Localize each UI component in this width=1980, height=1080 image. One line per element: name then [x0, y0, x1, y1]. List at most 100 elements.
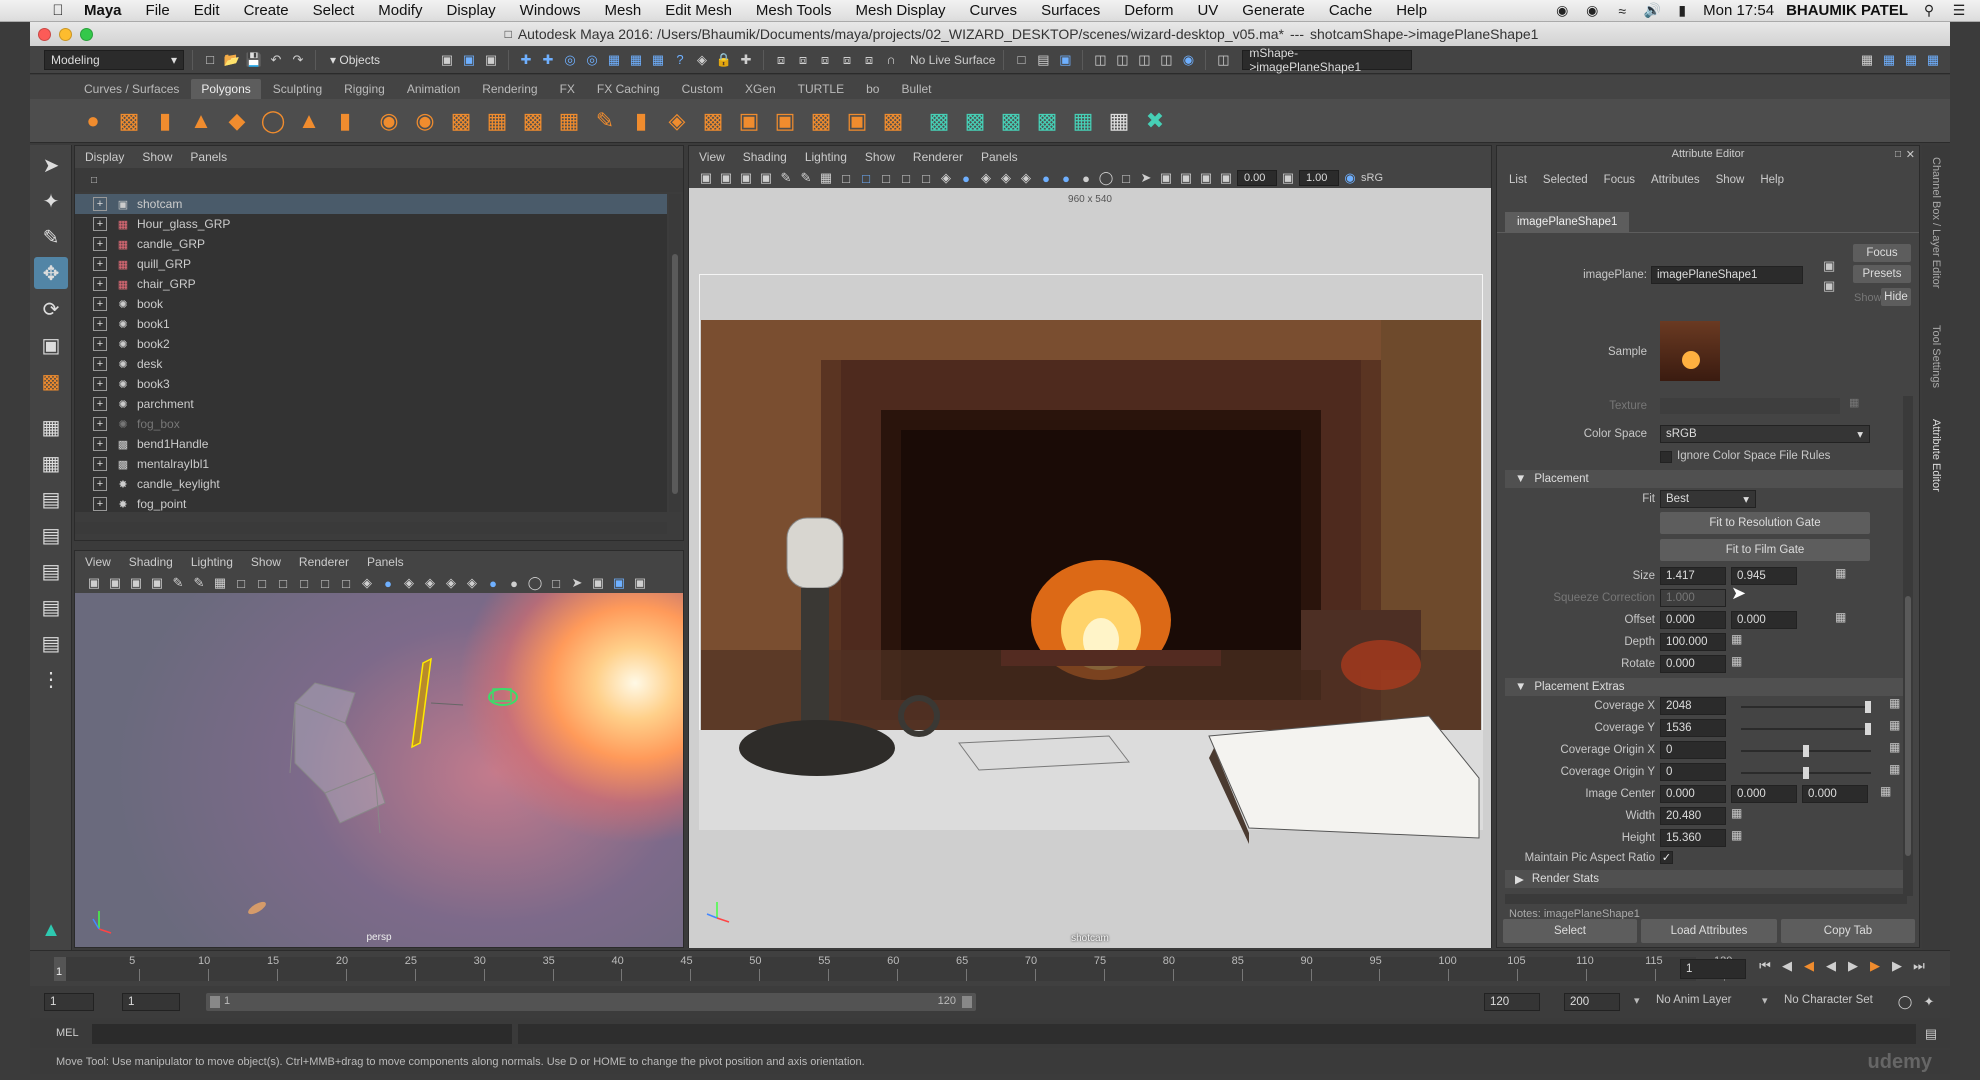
scroll-thumb[interactable]: [1905, 596, 1911, 856]
command-input[interactable]: [92, 1024, 512, 1044]
gamma-field[interactable]: 1.00: [1299, 170, 1339, 186]
outliner-layout-icon[interactable]: ▤: [34, 519, 68, 551]
ae-menu-show[interactable]: Show: [1716, 174, 1745, 186]
imageplane-field[interactable]: imagePlaneShape1: [1651, 266, 1803, 284]
output-connection-icon[interactable]: ▣: [1823, 278, 1835, 294]
extrude-icon[interactable]: ▮: [626, 106, 656, 136]
placement-extras-section-header[interactable]: ▼ Placement Extras: [1505, 678, 1907, 696]
outliner-item[interactable]: + ▩ bend1Handle: [75, 434, 667, 454]
isolate-select-icon[interactable]: ➤: [1137, 169, 1155, 187]
menu-uv[interactable]: UV: [1185, 2, 1230, 19]
exposure-icon[interactable]: ▣: [1217, 169, 1235, 187]
expand-icon[interactable]: +: [93, 337, 107, 351]
fit-dropdown[interactable]: Best ▾: [1660, 490, 1756, 508]
outliner-list[interactable]: + ▣ shotcam + ▦ Hour_glass_GRP + ▦ candle_GRP + ▦ q…: [75, 194, 667, 512]
xray-components-icon[interactable]: ▣: [1197, 169, 1215, 187]
graph-layout-icon[interactable]: ▤: [34, 555, 68, 587]
mel-label[interactable]: MEL: [56, 1027, 79, 1039]
outliner-item[interactable]: + ✺ parchment: [75, 394, 667, 414]
outliner-hscrollbar[interactable]: [75, 522, 667, 534]
bridge-icon[interactable]: ◈: [662, 106, 692, 136]
resolution-gate-icon[interactable]: □: [253, 574, 271, 592]
notification-list-icon[interactable]: ☰: [1950, 2, 1968, 18]
coverage-origin-x-slider[interactable]: [1741, 745, 1871, 757]
ae-menu-list[interactable]: List: [1509, 174, 1527, 186]
wireframe-on-shaded-icon[interactable]: ◈: [977, 169, 995, 187]
resolution-gate-icon[interactable]: □: [857, 169, 875, 187]
preferences-icon[interactable]: ✦: [1920, 993, 1938, 1011]
boolean-icon[interactable]: ▩: [518, 106, 548, 136]
panel-menu-view[interactable]: View: [699, 150, 725, 164]
tool-settings-tab[interactable]: Tool Settings: [1930, 325, 1942, 388]
snap-view-plane-icon[interactable]: ⧈: [838, 51, 856, 69]
map-button-icon[interactable]: ▦: [1835, 566, 1846, 580]
map-button-icon[interactable]: ▦: [1731, 632, 1742, 646]
screen-space-ao-icon[interactable]: ●: [1057, 169, 1075, 187]
step-back-frame-icon[interactable]: ◀: [1800, 957, 1818, 975]
panel-menu-lighting[interactable]: Lighting: [191, 555, 233, 569]
node-tab[interactable]: imagePlaneShape1: [1505, 212, 1630, 232]
menu-select[interactable]: Select: [301, 2, 367, 19]
clock[interactable]: Mon 17:54: [1703, 2, 1774, 19]
menu-cache[interactable]: Cache: [1317, 2, 1384, 19]
image-plane-icon[interactable]: ▣: [757, 169, 775, 187]
menuset-dropdown[interactable]: Modeling ▾: [44, 49, 184, 70]
outliner-menu-display[interactable]: Display: [85, 150, 124, 164]
render-setup-icon[interactable]: ◉: [1179, 51, 1197, 69]
layout-icon[interactable]: ▤: [34, 483, 68, 515]
ae-menu-help[interactable]: Help: [1760, 174, 1784, 186]
shelf-tab[interactable]: Rigging: [334, 79, 395, 99]
uv-unfold-icon[interactable]: ✖: [1140, 106, 1170, 136]
volume-icon[interactable]: 🔊: [1643, 2, 1661, 18]
redo-icon[interactable]: ↷: [289, 51, 307, 69]
outliner-item[interactable]: + ✺ desk: [75, 354, 667, 374]
shelf-tab[interactable]: FX: [550, 79, 585, 99]
poly-pyramid-icon[interactable]: ▲: [294, 106, 324, 136]
shelf-tab[interactable]: TURTLE: [788, 79, 854, 99]
screen-space-ao-icon[interactable]: ●: [484, 574, 502, 592]
select-handles-icon[interactable]: ✚: [539, 51, 557, 69]
image-plane-shape[interactable]: [411, 657, 432, 749]
expand-icon[interactable]: +: [93, 277, 107, 291]
isolate-select-icon[interactable]: ➤: [568, 574, 586, 592]
shelf-tab[interactable]: Rendering: [472, 79, 547, 99]
slider-knob[interactable]: [1865, 723, 1871, 735]
playback-end-field[interactable]: 120: [1484, 993, 1540, 1011]
ignore-color-space-checkbox[interactable]: [1660, 451, 1672, 463]
slider-knob[interactable]: [1865, 701, 1871, 713]
outliner-scrollbar[interactable]: [669, 194, 681, 512]
map-button-icon[interactable]: ▦: [1731, 654, 1742, 668]
outliner-item[interactable]: + ▦ candle_GRP: [75, 234, 667, 254]
anti-aliasing-icon[interactable]: ◯: [1097, 169, 1115, 187]
poly-cube-icon[interactable]: ▩: [114, 106, 144, 136]
panel-menu-show[interactable]: Show: [251, 555, 281, 569]
xray-joints-icon[interactable]: ▣: [610, 574, 628, 592]
magnet-icon[interactable]: ∩: [882, 51, 900, 69]
depth-field[interactable]: 100.000: [1660, 633, 1726, 651]
coverage-origin-x-field[interactable]: 0: [1660, 741, 1726, 759]
motion-blur-icon[interactable]: ●: [1077, 169, 1095, 187]
xray-components-icon[interactable]: ▣: [631, 574, 649, 592]
placement-section-header[interactable]: ▼ Placement: [1505, 470, 1907, 488]
sample-swatch[interactable]: [1660, 321, 1720, 381]
auto-key-icon[interactable]: ◯: [1896, 993, 1914, 1011]
shelf-tab-active[interactable]: Polygons: [191, 79, 261, 99]
select-deformers-icon[interactable]: ▦: [627, 51, 645, 69]
offset-edge-loop-icon[interactable]: ▣: [770, 106, 800, 136]
expand-icon[interactable]: +: [93, 457, 107, 471]
panel-menu-shading[interactable]: Shading: [129, 555, 173, 569]
poly-torus-icon[interactable]: ◯: [258, 106, 288, 136]
layout-toggle-icon[interactable]: ▦: [1880, 51, 1898, 69]
chevron-down-icon[interactable]: ▾: [1634, 994, 1640, 1007]
ipr-render-icon[interactable]: ◫: [1135, 51, 1153, 69]
sidebar-toggle-icon[interactable]: ◫: [1214, 51, 1232, 69]
move-tool-icon[interactable]: ✥: [34, 257, 68, 289]
wireframe-on-shaded-icon[interactable]: ◈: [400, 574, 418, 592]
safe-action-icon[interactable]: □: [316, 574, 334, 592]
checker-icon[interactable]: ▦: [1104, 106, 1134, 136]
channel-box-tab[interactable]: Channel Box / Layer Editor: [1930, 157, 1942, 288]
play-forwards-icon[interactable]: ▶: [1844, 957, 1862, 975]
maintain-aspect-checkbox[interactable]: ✓: [1660, 851, 1673, 864]
lasso-tool-icon[interactable]: ✦: [34, 185, 68, 217]
outliner-item[interactable]: + ▩ mentalrayIbl1: [75, 454, 667, 474]
